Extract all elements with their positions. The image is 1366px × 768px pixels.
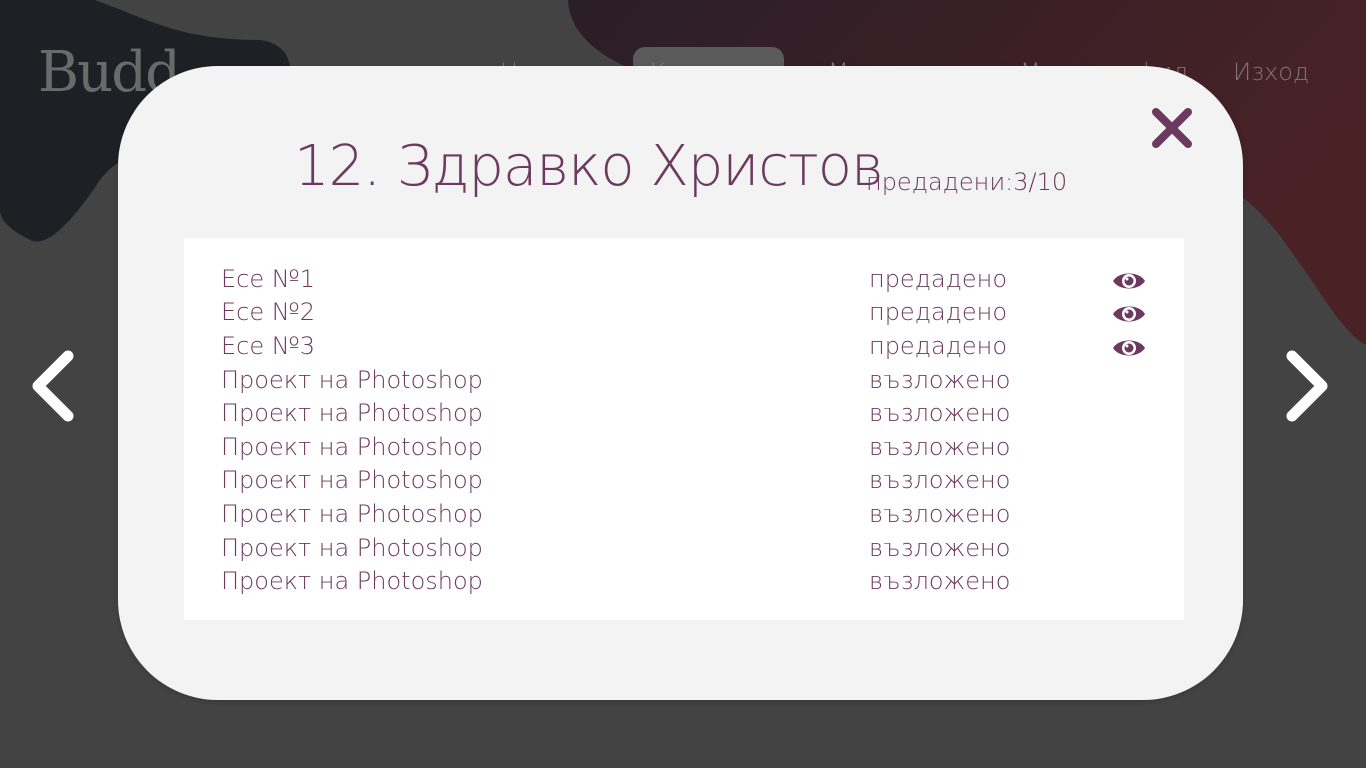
list-item: Проект на Photoshop възложено [184, 433, 1184, 467]
student-title: 12. Здравко Христов [294, 134, 884, 199]
assignment-status: предадено [869, 332, 1008, 360]
list-item: Есе №1 предадено [184, 265, 1184, 299]
assignment-status: възложено [869, 366, 1011, 394]
assignment-name: Проект на Photoshop [221, 534, 483, 562]
list-item: Проект на Photoshop възложено [184, 399, 1184, 433]
chevron-left-icon[interactable] [28, 350, 76, 422]
assignment-status: възложено [869, 534, 1011, 562]
eye-icon[interactable] [1112, 269, 1146, 293]
assignment-name: Есе №3 [221, 332, 315, 360]
assignment-status: предадено [869, 265, 1008, 293]
list-item: Проект на Photoshop възложено [184, 567, 1184, 601]
assignment-list: Есе №1 предадено Есе №2 предадено Есе №3… [184, 238, 1184, 620]
assignment-name: Есе №1 [221, 265, 315, 293]
assignment-status: възложено [869, 399, 1011, 427]
assignment-name: Проект на Photoshop [221, 366, 483, 394]
eye-icon[interactable] [1112, 302, 1146, 326]
list-item: Проект на Photoshop възложено [184, 534, 1184, 568]
list-item: Проект на Photoshop възложено [184, 466, 1184, 500]
assignment-name: Есе №2 [221, 298, 315, 326]
list-item: Есе №3 предадено [184, 332, 1184, 366]
list-item: Проект на Photoshop възложено [184, 366, 1184, 400]
list-item: Есе №2 предадено [184, 298, 1184, 332]
nav-item-logout[interactable]: Изход [1233, 58, 1309, 86]
assignment-status: възложено [869, 433, 1011, 461]
assignment-name: Проект на Photoshop [221, 567, 483, 595]
assignment-status: възложено [869, 567, 1011, 595]
eye-icon[interactable] [1112, 336, 1146, 360]
list-item: Проект на Photoshop възложено [184, 500, 1184, 534]
chevron-right-icon[interactable] [1284, 350, 1332, 422]
page: Budd Начало Класове Материали Моят профи… [0, 0, 1366, 768]
assignment-status: предадено [869, 298, 1008, 326]
assignment-name: Проект на Photoshop [221, 500, 483, 528]
assignment-name: Проект на Photoshop [221, 399, 483, 427]
assignment-name: Проект на Photoshop [221, 466, 483, 494]
handed-in-count: предадени:3/10 [866, 168, 1068, 196]
assignment-name: Проект на Photoshop [221, 433, 483, 461]
student-modal: 12. Здравко Христов предадени:3/10 Есе №… [118, 66, 1243, 700]
assignment-status: възложено [869, 500, 1011, 528]
assignment-status: възложено [869, 466, 1011, 494]
close-icon[interactable] [1150, 106, 1194, 150]
